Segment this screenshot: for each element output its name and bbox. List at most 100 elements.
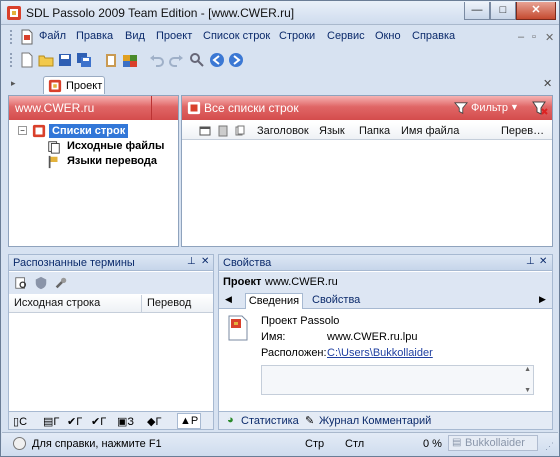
terms-tab-3[interactable]: ✔Г — [67, 415, 82, 428]
col-state-icon[interactable] — [217, 125, 229, 137]
toolbar-grip[interactable] — [9, 52, 13, 68]
notes-scroll-up-icon[interactable]: ▲ — [524, 366, 531, 373]
notes-scroll-down-icon[interactable]: ▼ — [524, 387, 531, 394]
tab-statistics[interactable]: Статистика — [241, 415, 299, 427]
terms-tab-5[interactable]: ▣З — [117, 415, 134, 428]
terms-search-icon[interactable] — [14, 276, 28, 290]
tab-comment[interactable]: Комментарий — [362, 415, 431, 427]
properties-panel: Свойства ⊥ ✕ Проект www.CWER.ru ◀ Сведен… — [218, 254, 553, 430]
terms-tab-2[interactable]: ▤Г — [43, 415, 59, 428]
filter-icon[interactable] — [454, 101, 468, 115]
clear-filter-icon[interactable] — [532, 100, 548, 116]
info-location-link[interactable]: C:\Users\Bukkollaider — [327, 347, 433, 359]
find-icon[interactable] — [189, 52, 205, 68]
toolbar — [2, 49, 558, 71]
terms-col-source[interactable]: Исходная строка — [14, 297, 100, 309]
properties-bottom-tabs: ◕ Статистика ✎ Журнал Комментарий — [219, 411, 552, 429]
tree-root-string-lists[interactable]: Списки строк — [49, 124, 129, 138]
string-lists-panel: Все списки строк Фильтр ▼ Заголовок Язык… — [181, 95, 553, 247]
menu-window[interactable]: Окно — [375, 30, 401, 42]
properties-object-row: Проект www.CWER.ru — [219, 272, 552, 292]
save-icon[interactable] — [57, 52, 73, 68]
terms-tab-1[interactable]: ▯С — [13, 415, 27, 428]
forward-arrow-icon[interactable] — [228, 52, 244, 68]
col-language[interactable]: Язык — [319, 125, 345, 137]
menu-help[interactable]: Справка — [412, 30, 455, 42]
open-folder-icon[interactable] — [38, 52, 54, 68]
status-column: Стл — [345, 438, 365, 450]
minimize-button[interactable]: — — [464, 2, 490, 20]
tree-item-target-languages[interactable]: Языки перевода — [67, 155, 157, 167]
menubar-grip[interactable] — [9, 29, 13, 45]
terms-shield-icon[interactable] — [34, 276, 48, 290]
menu-strings[interactable]: Строки — [279, 30, 315, 42]
properties-pin-icon[interactable]: ⊥ — [526, 256, 535, 267]
menu-view[interactable]: Вид — [125, 30, 145, 42]
properties-object-label: Проект — [223, 276, 262, 288]
properties-close-icon[interactable]: ✕ — [539, 256, 547, 267]
statistics-icon: ◕ — [227, 414, 234, 426]
col-translated[interactable]: Перев… — [501, 125, 544, 137]
terms-tab-7[interactable]: ▲Р — [177, 413, 202, 429]
tree-item-source-files[interactable]: Исходные файлы — [67, 140, 164, 152]
tab-journal[interactable]: Журнал — [319, 415, 359, 427]
tab-info[interactable]: Сведения — [245, 293, 303, 309]
document-icon[interactable] — [19, 29, 35, 45]
redo-icon[interactable] — [168, 52, 184, 68]
tab-project-label: Проект — [66, 80, 103, 92]
properties-panel-title: Свойства — [223, 257, 272, 269]
properties-panel-header: Свойства ⊥ ✕ — [219, 255, 552, 271]
close-button[interactable]: ✕ — [516, 2, 556, 20]
col-pages-icon[interactable] — [234, 125, 246, 137]
mdi-minimize-button[interactable]: – — [518, 31, 524, 43]
terms-panel-header: Распознанные термины ⊥ ✕ — [9, 255, 213, 271]
mdi-close-button[interactable]: ✕ — [545, 31, 554, 44]
string-lists-header: Все списки строк Фильтр ▼ — [182, 96, 552, 120]
project-icon — [48, 79, 62, 93]
properties-tab-right-icon[interactable]: ▶ — [539, 294, 546, 305]
all-lists-icon — [187, 101, 201, 115]
tab-project[interactable]: Проект — [43, 76, 105, 94]
terms-pin-icon[interactable]: ⊥ — [187, 256, 196, 267]
tab-close-icon[interactable]: ✕ — [543, 77, 552, 90]
save-all-icon[interactable] — [76, 52, 92, 68]
terms-toolbar — [9, 272, 213, 294]
properties-tab-left-icon[interactable]: ◀ — [225, 294, 232, 305]
terms-tab-6[interactable]: ◆Г — [147, 415, 161, 428]
menu-file[interactable]: Файл — [39, 30, 66, 42]
target-languages-icon — [48, 155, 58, 169]
tab-properties[interactable]: Свойства — [312, 294, 360, 306]
status-user-badge: ▤ Bukkollaider — [448, 435, 538, 451]
clipboard-icon[interactable] — [103, 52, 119, 68]
tab-scroll-left-icon[interactable]: ▸ — [11, 78, 16, 89]
menu-string-list[interactable]: Список строк — [203, 30, 270, 42]
filter-button[interactable]: Фильтр — [471, 102, 508, 114]
col-type-icon[interactable] — [199, 125, 211, 137]
menu-bar: Файл Правка Вид Проект Список строк Стро… — [2, 26, 558, 48]
maximize-button[interactable]: □ — [490, 2, 516, 20]
terms-panel-title: Распознанные термины — [13, 257, 135, 269]
menu-project[interactable]: Проект — [156, 30, 192, 42]
properties-object-value: www.CWER.ru — [265, 276, 338, 288]
menu-tools[interactable]: Сервис — [327, 30, 365, 42]
project-panel-header: www.CWER.ru — [9, 96, 178, 120]
filter-dropdown-icon[interactable]: ▼ — [510, 102, 519, 112]
source-files-icon — [48, 141, 60, 154]
col-folder[interactable]: Папка — [359, 125, 390, 137]
menu-edit[interactable]: Правка — [76, 30, 113, 42]
terms-col-translation[interactable]: Перевод — [147, 297, 191, 309]
terms-tools-icon[interactable] — [54, 276, 68, 290]
project-panel: www.CWER.ru − Списки строк Исходные файл… — [8, 95, 179, 247]
undo-icon[interactable] — [149, 52, 165, 68]
mdi-restore-button[interactable]: ▫ — [532, 31, 536, 43]
terms-tab-4[interactable]: ✔Г — [91, 415, 106, 428]
back-arrow-icon[interactable] — [209, 52, 225, 68]
col-title[interactable]: Заголовок — [257, 125, 309, 137]
windows-icon[interactable] — [122, 52, 138, 68]
tree-collapse-icon[interactable]: − — [18, 126, 27, 135]
new-file-icon[interactable] — [19, 52, 35, 68]
terms-close-icon[interactable]: ✕ — [201, 256, 209, 267]
document-tabstrip: ▸ Проект ✕ — [3, 74, 557, 94]
col-filename[interactable]: Имя файла — [401, 125, 459, 137]
resize-grip-icon[interactable]: ⋰ — [545, 441, 554, 452]
